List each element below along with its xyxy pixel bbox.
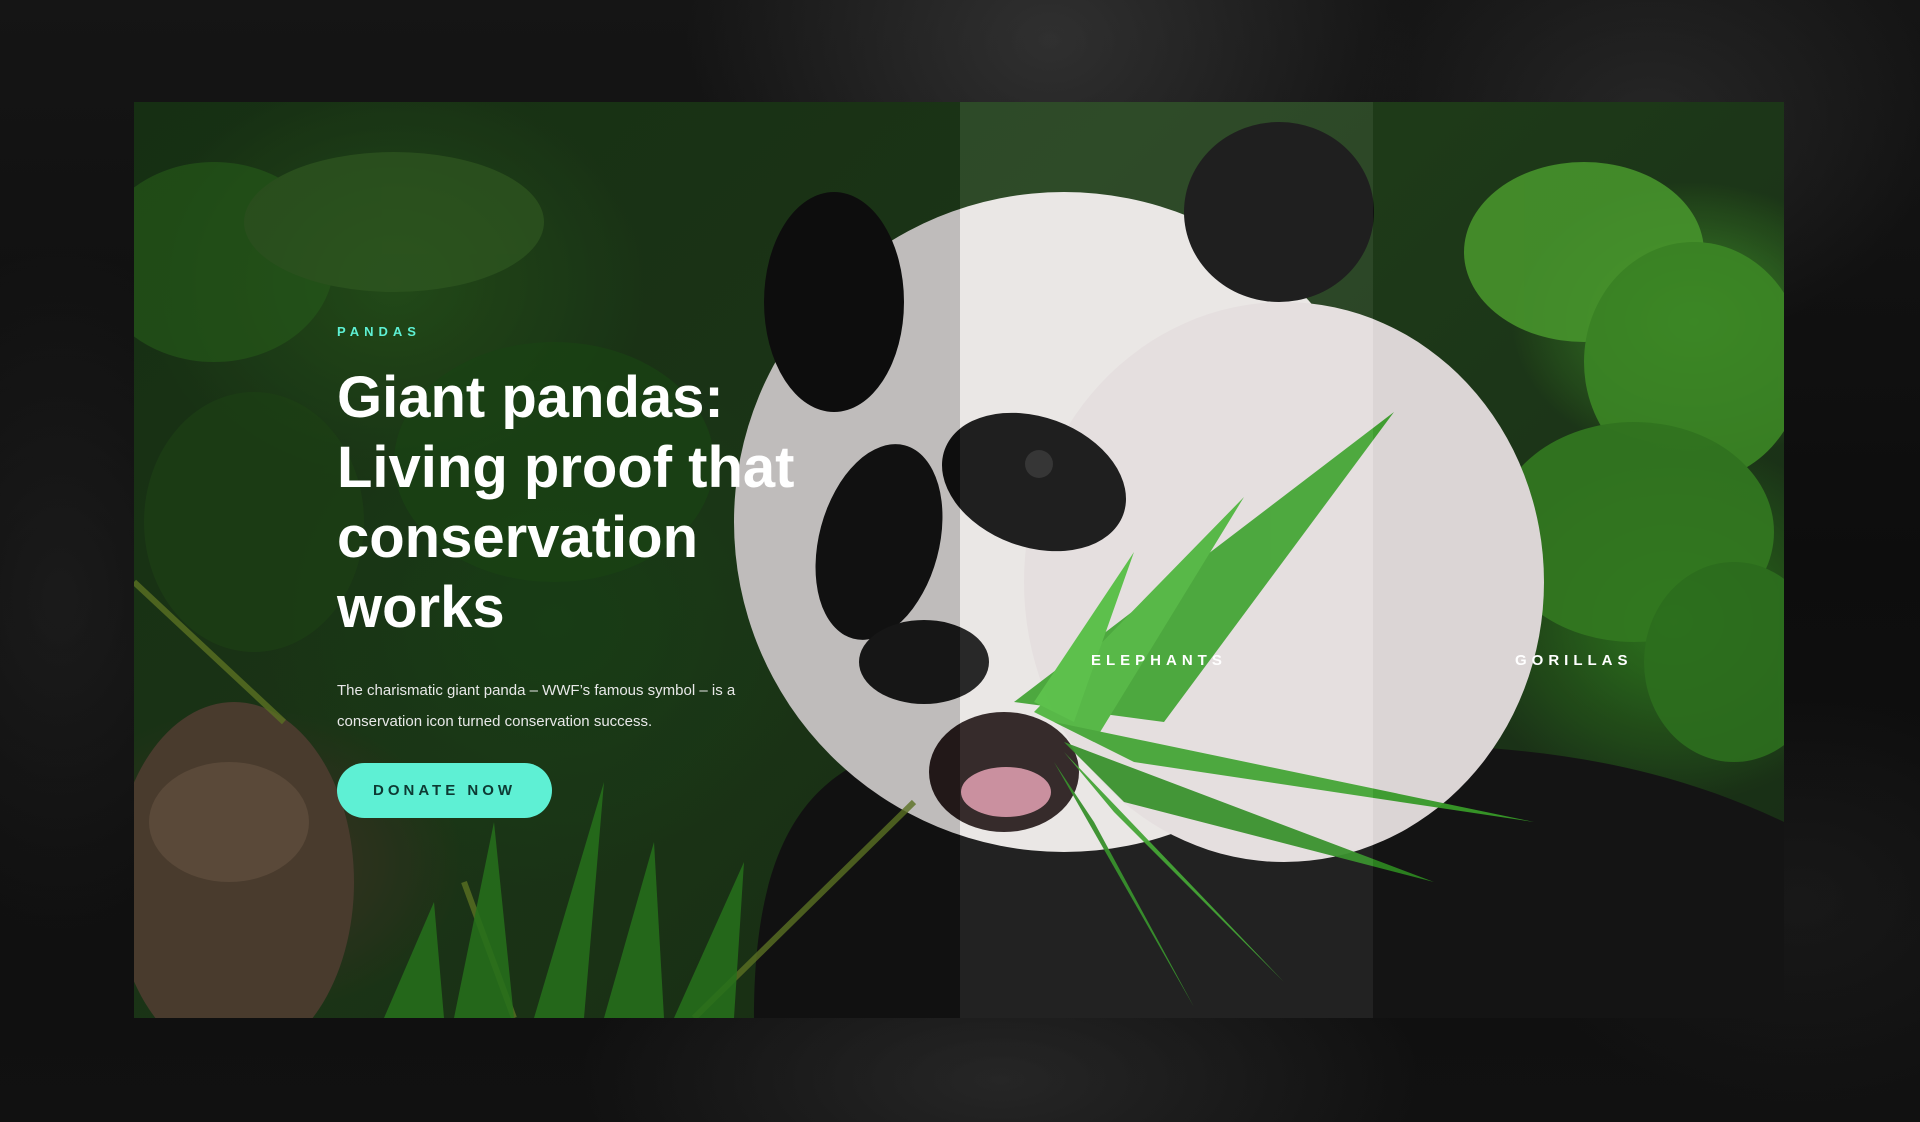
donate-button[interactable]: DONATE NOW: [337, 763, 553, 818]
hero-slider: PANDAS Giant pandas: Living proof that c…: [134, 102, 1784, 1018]
slide-panel-gorillas[interactable]: [1373, 102, 1784, 1018]
tab-elephants[interactable]: ELEPHANTS: [1091, 652, 1227, 669]
hero-content: PANDAS Giant pandas: Living proof that c…: [337, 324, 897, 818]
tab-gorillas[interactable]: GORILLAS: [1515, 652, 1633, 669]
page-background: PANDAS Giant pandas: Living proof that c…: [0, 0, 1920, 1122]
hero-description: The charismatic giant panda – WWF’s famo…: [337, 682, 736, 730]
slide-panel-elephants[interactable]: [960, 102, 1373, 1018]
category-label: PANDAS: [337, 324, 421, 339]
page-title: Giant pandas: Living proof that conserva…: [337, 365, 795, 640]
